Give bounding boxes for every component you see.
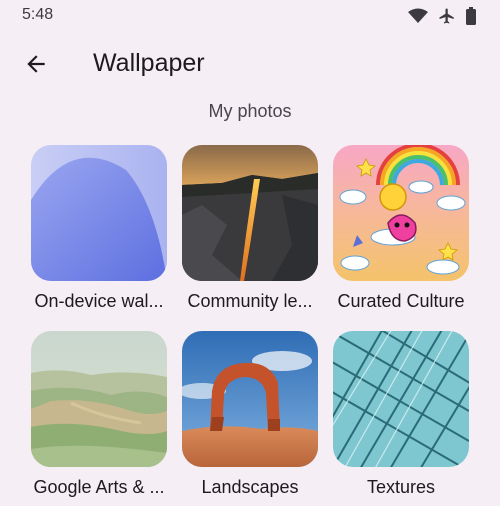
tile-thumbnail — [182, 331, 318, 467]
tile-label: Google Arts & ... — [33, 477, 165, 497]
tile-textures[interactable]: Textures — [333, 331, 469, 497]
tile-landscapes[interactable]: Landscapes — [182, 331, 318, 497]
tile-thumbnail — [182, 145, 318, 281]
battery-icon — [466, 7, 476, 25]
status-bar: 5:48 — [0, 0, 500, 34]
back-arrow-icon — [23, 51, 49, 82]
status-icons — [408, 7, 476, 25]
wifi-icon — [408, 8, 428, 24]
tile-thumbnail — [333, 331, 469, 467]
tile-curated-culture[interactable]: Curated Culture — [333, 145, 469, 311]
tile-label: Community le... — [187, 291, 313, 311]
tile-label: Curated Culture — [337, 291, 465, 311]
tile-thumbnail — [31, 145, 167, 281]
section-label: My photos — [208, 101, 292, 121]
tile-google-arts-culture[interactable]: Google Arts & ... — [31, 331, 167, 497]
tile-thumbnail — [333, 145, 469, 281]
status-time: 5:48 — [22, 6, 54, 23]
tile-thumbnail — [31, 331, 167, 467]
tile-label: On-device wal... — [34, 291, 164, 311]
tile-label: Textures — [366, 477, 436, 497]
page-title: Wallpaper — [93, 49, 205, 77]
tile-label: Landscapes — [201, 477, 299, 497]
back-button[interactable] — [14, 44, 58, 88]
tile-on-device-wallpapers[interactable]: On-device wal... — [31, 145, 167, 311]
top-app-bar: Wallpaper — [0, 40, 500, 90]
tile-community-landscapes[interactable]: Community le... — [182, 145, 318, 311]
airplane-icon — [438, 7, 456, 25]
